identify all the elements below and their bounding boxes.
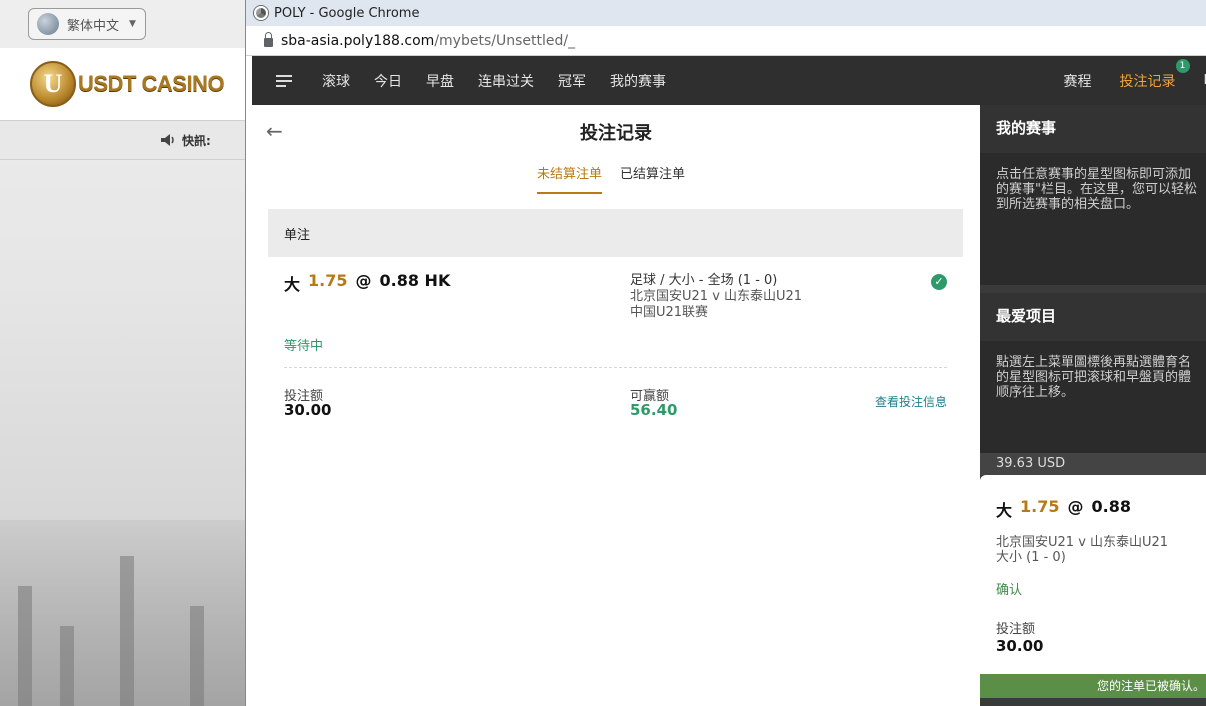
- nav-parlay[interactable]: 连串过关: [478, 71, 534, 91]
- casino-background: 繁体中文 ▼ U USDT CASINO 快訊:: [0, 0, 246, 706]
- slip-at-symbol: @: [1067, 497, 1084, 516]
- slip-footer: [980, 698, 1206, 706]
- slip-handicap: 1.75: [1020, 497, 1060, 516]
- window-titlebar[interactable]: POLY - Google Chrome: [246, 0, 1206, 26]
- favorites-text: 點選左上菜單圖標後再點選體育名 的星型图标可把滚球和早盤頁的體 顺序往上移。: [980, 341, 1206, 400]
- speaker-icon: [161, 134, 174, 146]
- bet-history-panel: ← 投注记录 未结算注单 已结算注单 单注 大 1.75 @ 0.88 HK 足…: [252, 105, 980, 706]
- bet-slip: 39.63 USD 大 1.75 @ 0.88 北京国安U21 v 山东泰山U2…: [980, 453, 1206, 706]
- lock-icon: [264, 31, 273, 47]
- my-events-line: 到所选赛事的相关盘口。: [996, 197, 1140, 212]
- bet-status: 等待中: [284, 339, 324, 354]
- chrome-window: POLY - Google Chrome sba-asia.poly188.co…: [245, 0, 1206, 706]
- slip-stake-label: 投注额: [996, 622, 1036, 637]
- confirmation-message: 您的注单已被确认。: [980, 674, 1206, 698]
- page-title: 投注记录: [580, 123, 652, 144]
- my-events-title: 我的赛事: [980, 105, 1206, 153]
- globe-icon: [37, 13, 59, 35]
- slip-market: 大小 (1 - 0): [996, 550, 1066, 565]
- slip-status: 确认: [996, 583, 1023, 598]
- favorites-line: 顺序往上移。: [996, 385, 1075, 400]
- stake-value: 30.00: [284, 401, 332, 419]
- menu-icon[interactable]: [276, 74, 292, 87]
- right-sidebar: 我的赛事 点击任意赛事的星型图标即可添加 的赛事"栏目。在这里，您可以轻松 到所…: [980, 105, 1206, 706]
- bet-selection: 大 1.75 @ 0.88 HK: [284, 271, 450, 295]
- url-text: sba-asia.poly188.com/mybets/Unsettled/_: [281, 33, 575, 49]
- language-select[interactable]: 繁体中文 ▼: [28, 8, 146, 40]
- market-label: 足球 / 大小 - 全场 (1 - 0): [630, 273, 778, 288]
- section-single-bets: 单注: [268, 209, 963, 257]
- bet-tabs: 未结算注单 已结算注单: [537, 163, 685, 194]
- slip-stake-value: 30.00: [996, 637, 1044, 655]
- nav-right: 赛程 投注记录 1 F: [1064, 56, 1206, 105]
- casino-logo[interactable]: U USDT CASINO: [0, 48, 246, 120]
- tab-unsettled[interactable]: 未结算注单: [537, 163, 603, 194]
- nav-early[interactable]: 早盘: [426, 71, 454, 91]
- url-domain: sba-asia.poly188.com: [281, 32, 435, 49]
- chrome-icon: [254, 6, 268, 20]
- caret-down-icon: ▼: [129, 19, 136, 29]
- nav-outright[interactable]: 冠军: [558, 71, 586, 91]
- logo-coin-icon: U: [30, 61, 76, 107]
- handicap-value: 1.75: [308, 271, 348, 290]
- bet-slip-card: 大 1.75 @ 0.88 北京国安U21 v 山东泰山U21 大小 (1 - …: [980, 475, 1206, 706]
- balance: 39.63 USD: [980, 453, 1206, 475]
- bet-details: 足球 / 大小 - 全场 (1 - 0) 北京国安U21 v 山东泰山U21 中…: [630, 273, 802, 321]
- league-label: 中国U21联赛: [630, 305, 709, 320]
- favorites-card: 最爱项目 點選左上菜單圖標後再點選體育名 的星型图标可把滚球和早盤頁的體 顺序往…: [980, 293, 1206, 453]
- stadium-background-image: [0, 520, 246, 706]
- bet-count-badge: 1: [1175, 58, 1190, 73]
- favorites-line: 點選左上菜單圖標後再點選體育名: [996, 355, 1192, 370]
- my-events-line: 点击任意赛事的星型图标即可添加: [996, 167, 1192, 182]
- my-events-text: 点击任意赛事的星型图标即可添加 的赛事"栏目。在这里，您可以轻松 到所选赛事的相…: [980, 153, 1206, 212]
- check-icon: ✓: [931, 274, 947, 290]
- favorites-line: 的星型图标可把滚球和早盤頁的體: [996, 370, 1192, 385]
- my-events-line: 的赛事"栏目。在这里，您可以轻松: [996, 182, 1197, 197]
- window-title: POLY - Google Chrome: [274, 5, 420, 21]
- language-label: 繁体中文: [67, 18, 120, 34]
- slip-selection: 大 1.75 @ 0.88: [996, 497, 1131, 521]
- nav-bet-history-label: 投注记录: [1119, 73, 1176, 90]
- slip-selection-label: 大: [996, 501, 1013, 520]
- slip-odds: 0.88: [1091, 497, 1131, 516]
- news-label: 快訊:: [182, 133, 211, 148]
- view-bet-details-link[interactable]: 查看投注信息: [875, 393, 947, 410]
- at-symbol: @: [355, 271, 372, 290]
- win-value: 56.40: [630, 401, 678, 419]
- nav-schedule[interactable]: 赛程: [1064, 71, 1092, 91]
- tab-settled[interactable]: 已结算注单: [620, 163, 685, 194]
- odds-value: 0.88 HK: [379, 271, 451, 290]
- url-path: /mybets/Unsettled/_: [434, 32, 576, 49]
- nav-today[interactable]: 今日: [374, 71, 402, 91]
- nav-bet-history[interactable]: 投注记录 1: [1119, 58, 1190, 91]
- logo-text: USDT CASINO: [78, 71, 225, 96]
- favorites-title: 最爱项目: [980, 293, 1206, 341]
- address-bar[interactable]: sba-asia.poly188.com/mybets/Unsettled/_: [246, 26, 1206, 56]
- slip-match: 北京国安U21 v 山东泰山U21: [996, 535, 1169, 550]
- nav-live[interactable]: 滚球: [322, 71, 350, 91]
- selection-label: 大: [284, 275, 301, 294]
- match-label: 北京国安U21 v 山东泰山U21: [630, 289, 803, 304]
- top-nav: 滚球 今日 早盘 连串过关 冠军 我的赛事 赛程 投注记录 1 F: [252, 56, 1206, 105]
- nav-my-events[interactable]: 我的赛事: [610, 71, 666, 91]
- news-bar: 快訊:: [0, 120, 246, 160]
- slip-match-info: 北京国安U21 v 山东泰山U21 大小 (1 - 0): [996, 535, 1168, 565]
- my-events-card: 我的赛事 点击任意赛事的星型图标即可添加 的赛事"栏目。在这里，您可以轻松 到所…: [980, 105, 1206, 285]
- divider: [284, 367, 947, 368]
